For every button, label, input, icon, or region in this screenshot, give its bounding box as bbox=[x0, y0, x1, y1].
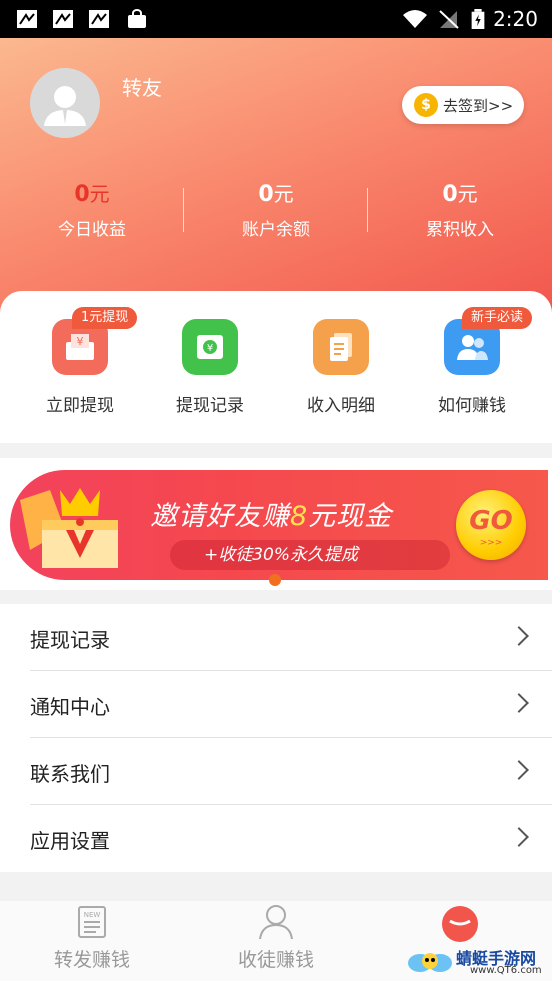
no-signal-icon bbox=[439, 10, 459, 29]
stat-value: 0元 bbox=[442, 182, 478, 207]
person-icon bbox=[259, 905, 293, 940]
menu-notification-center[interactable]: 通知中心 bbox=[0, 671, 552, 738]
stat-label: 今日收益 bbox=[58, 220, 126, 240]
chevron-right-icon bbox=[509, 693, 529, 713]
go-label: GO bbox=[469, 506, 513, 536]
action-withdraw-records[interactable]: ¥ 提现记录 bbox=[150, 319, 270, 416]
coin-icon: $ bbox=[414, 93, 438, 117]
chevron-right-icon bbox=[509, 626, 529, 646]
promo-banner-area: 邀请好友赚8元现金 +收徒30%永久提成 GO >>> bbox=[0, 458, 552, 590]
svg-text:¥: ¥ bbox=[77, 335, 84, 348]
stats-row: 0元 今日收益 0元 账户余额 0元 累积收入 bbox=[0, 178, 552, 248]
watermark-url: www.QT6.com bbox=[470, 965, 542, 976]
stat-label: 累积收入 bbox=[426, 220, 494, 240]
notification-icon bbox=[53, 10, 73, 28]
tab-label: 收徒赚钱 bbox=[237, 949, 314, 971]
action-label: 收入明细 bbox=[307, 396, 375, 416]
signin-button[interactable]: $ 去签到>> bbox=[402, 86, 524, 124]
banner-title: 邀请好友赚8元现金 bbox=[150, 501, 393, 532]
action-label: 提现记录 bbox=[176, 396, 244, 416]
action-label: 立即提现 bbox=[46, 396, 114, 416]
stat-total-income[interactable]: 0元 累积收入 bbox=[368, 178, 552, 240]
status-bar: 2:20 bbox=[0, 0, 552, 38]
tab-label: 转发赚钱 bbox=[53, 949, 130, 971]
clock: 2:20 bbox=[493, 7, 538, 31]
chevron-right-icon bbox=[509, 760, 529, 780]
action-label: 如何赚钱 bbox=[438, 396, 506, 416]
shopping-bag-icon bbox=[128, 9, 146, 28]
svg-text:NEW: NEW bbox=[84, 911, 101, 919]
stat-value: 0元 bbox=[258, 182, 294, 207]
tab-recruit-earn[interactable]: 收徒赚钱 bbox=[184, 901, 368, 981]
invite-banner[interactable]: 邀请好友赚8元现金 +收徒30%永久提成 GO >>> bbox=[10, 470, 548, 580]
banner-subtitle: +收徒30%永久提成 bbox=[170, 540, 450, 570]
tab-share-earn[interactable]: NEW 转发赚钱 bbox=[0, 901, 184, 981]
quick-actions: ¥ 立即提现 1元提现 ¥ 提现记录 收入明细 如何赚钱 新手必读 bbox=[0, 291, 552, 443]
profile-header: 转友 $ 去签到>> 0元 今日收益 0元 账户余额 0元 累积收入 bbox=[0, 38, 552, 320]
dragonfly-logo-icon bbox=[408, 953, 452, 972]
stat-value: 0元 bbox=[74, 182, 110, 207]
menu-label: 提现记录 bbox=[30, 628, 110, 652]
badge-tag: 新手必读 bbox=[462, 307, 533, 329]
watermark: 蜻蜓手游网 www.QT6.com bbox=[404, 945, 552, 981]
gift-box-icon bbox=[20, 488, 118, 568]
menu-label: 应用设置 bbox=[30, 829, 110, 853]
action-income-details[interactable]: 收入明细 bbox=[281, 319, 401, 416]
go-button[interactable]: GO >>> bbox=[456, 490, 526, 560]
battery-icon bbox=[471, 9, 485, 29]
profile-active-icon bbox=[442, 906, 478, 942]
menu-withdraw-records[interactable]: 提现记录 bbox=[0, 604, 552, 671]
notification-icon bbox=[17, 10, 37, 28]
menu-label: 通知中心 bbox=[30, 695, 110, 719]
notification-icon bbox=[89, 10, 109, 28]
wifi-icon bbox=[403, 10, 427, 28]
avatar[interactable] bbox=[30, 68, 100, 138]
settings-menu: 提现记录 通知中心 联系我们 应用设置 bbox=[0, 604, 552, 872]
document-list-icon bbox=[313, 319, 369, 375]
svg-text:¥: ¥ bbox=[207, 343, 213, 354]
stat-balance[interactable]: 0元 账户余额 bbox=[184, 178, 368, 240]
news-icon: NEW bbox=[78, 906, 106, 938]
user-placeholder-icon bbox=[44, 86, 86, 126]
badge-tag: 1元提现 bbox=[72, 307, 138, 329]
action-withdraw[interactable]: ¥ 立即提现 1元提现 bbox=[20, 307, 140, 416]
stat-label: 账户余额 bbox=[242, 220, 310, 240]
money-envelope-icon: ¥ bbox=[182, 319, 238, 375]
stat-today-earnings[interactable]: 0元 今日收益 bbox=[0, 178, 184, 240]
menu-app-settings[interactable]: 应用设置 bbox=[0, 805, 552, 872]
carousel-indicator[interactable] bbox=[269, 574, 281, 586]
chevron-right-icon bbox=[509, 827, 529, 847]
username: 转友 bbox=[122, 76, 162, 100]
go-arrows: >>> bbox=[479, 538, 503, 548]
action-how-to-earn[interactable]: 如何赚钱 新手必读 bbox=[412, 307, 533, 416]
menu-contact-us[interactable]: 联系我们 bbox=[0, 738, 552, 805]
menu-label: 联系我们 bbox=[30, 762, 110, 786]
signin-label: 去签到>> bbox=[443, 96, 514, 115]
